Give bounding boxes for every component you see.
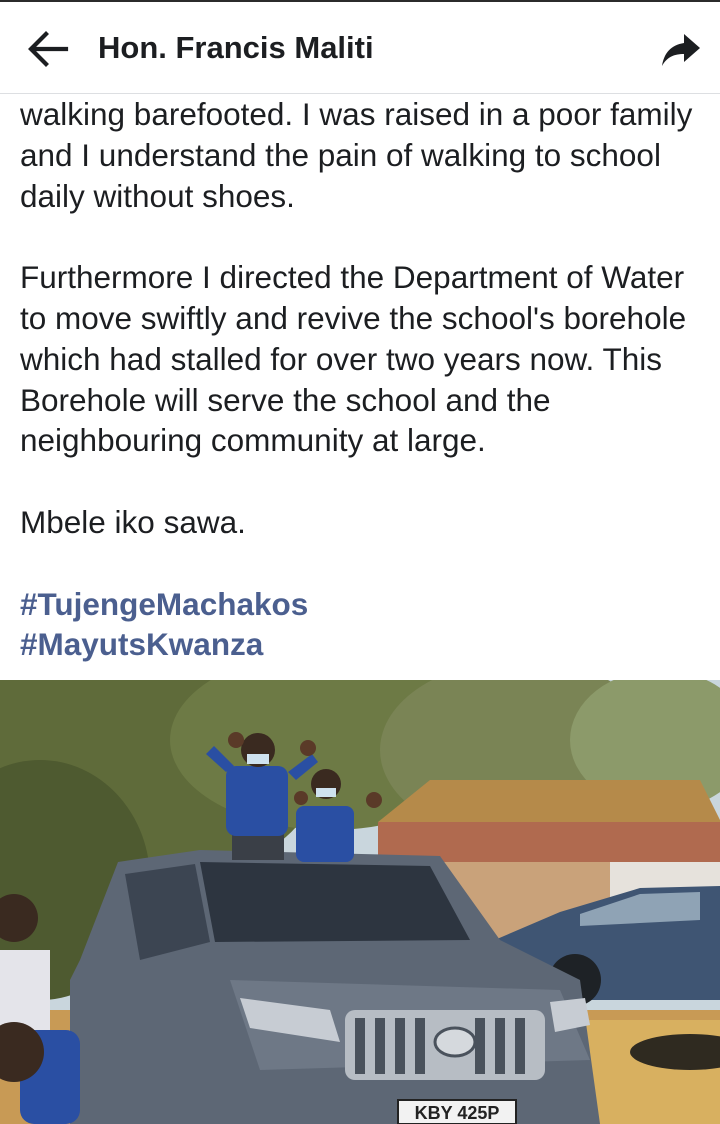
share-arrow-icon — [662, 34, 700, 66]
license-plate-text: KBY 425P — [415, 1103, 500, 1123]
back-button[interactable] — [22, 24, 72, 74]
post-body: walking barefooted. I was raised in a po… — [20, 94, 710, 665]
page-title: Hon. Francis Maliti — [98, 30, 374, 65]
post-photo[interactable]: KBY 425P — [0, 680, 720, 1124]
post-photo-illustration: KBY 425P — [0, 680, 720, 1124]
post-paragraph: walking barefooted. I was raised in a po… — [20, 96, 693, 214]
post-paragraph: Mbele iko sawa. — [20, 503, 246, 540]
hashtag-link[interactable]: #MayutsKwanza — [20, 624, 710, 665]
hashtag-link[interactable]: #TujengeMachakos — [20, 584, 710, 625]
arrow-left-icon — [28, 31, 69, 67]
post-paragraph: Furthermore I directed the Department of… — [20, 259, 687, 459]
share-button[interactable] — [656, 26, 704, 74]
top-app-bar: Hon. Francis Maliti — [0, 2, 720, 94]
hashtag-list: #TujengeMachakos #MayutsKwanza — [20, 584, 710, 666]
